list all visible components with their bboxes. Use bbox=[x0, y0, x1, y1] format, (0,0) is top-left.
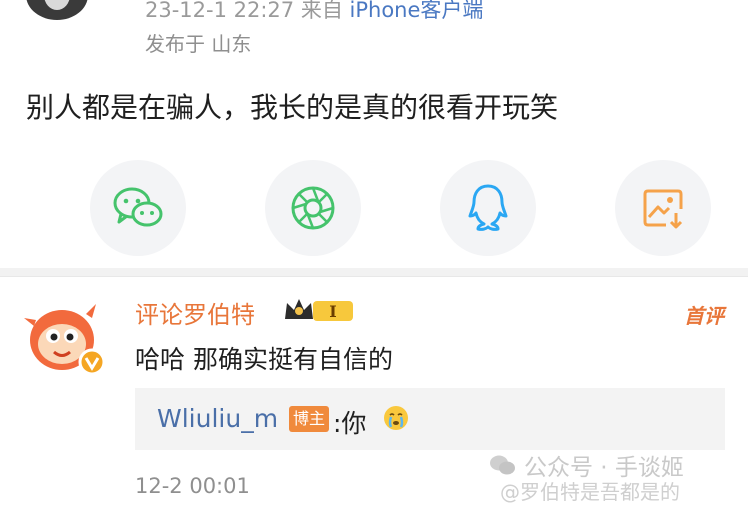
comment-text: 哈哈 那确实挺有自信的 bbox=[135, 345, 393, 374]
commenter-name[interactable]: 评论罗伯特 bbox=[135, 295, 255, 330]
share-qq-button[interactable] bbox=[440, 160, 536, 256]
level-badge-text: I bbox=[329, 302, 336, 321]
post-from-label: 来自 bbox=[300, 0, 343, 22]
reply-text: :你 bbox=[333, 409, 367, 438]
commenter-avatar[interactable] bbox=[22, 296, 110, 380]
crown-icon: I bbox=[285, 299, 353, 321]
share-wechat-button[interactable] bbox=[90, 160, 186, 256]
share-moments-button[interactable] bbox=[265, 160, 361, 256]
post-location: 发布于 山东 bbox=[145, 32, 252, 56]
level-badge: I bbox=[283, 295, 355, 325]
comment-time: 12-2 00:01 bbox=[135, 474, 250, 498]
wechat-icon bbox=[113, 187, 163, 227]
section-divider bbox=[0, 268, 748, 276]
moments-icon bbox=[291, 186, 335, 230]
post-text: 别人都是在骗人，我长的是真的很看开玩笑 bbox=[26, 91, 559, 124]
first-comment-badge: 首评 bbox=[684, 304, 724, 328]
qq-icon bbox=[468, 184, 508, 231]
save-image-icon bbox=[643, 189, 683, 229]
post-time: 23-12-1 22:27 bbox=[145, 0, 295, 22]
wechat-official-icon bbox=[490, 455, 515, 475]
save-image-button[interactable] bbox=[615, 160, 711, 256]
poster-avatar[interactable] bbox=[26, 0, 88, 20]
crying-emoji-icon bbox=[384, 406, 408, 430]
weibo-mascot-icon bbox=[24, 304, 106, 376]
reply-username[interactable]: Wliuliu_m bbox=[157, 404, 278, 433]
post-source[interactable]: iPhone客户端 bbox=[350, 0, 484, 22]
watermark-secondary: @罗伯特是吾都是的 bbox=[500, 480, 680, 504]
reply-preview[interactable]: Wliuliu_m 博主 :你 bbox=[135, 388, 725, 450]
post-meta: 23-12-1 22:27 来自 iPhone客户端 bbox=[145, 0, 483, 24]
blogger-tag: 博主 bbox=[289, 406, 330, 432]
